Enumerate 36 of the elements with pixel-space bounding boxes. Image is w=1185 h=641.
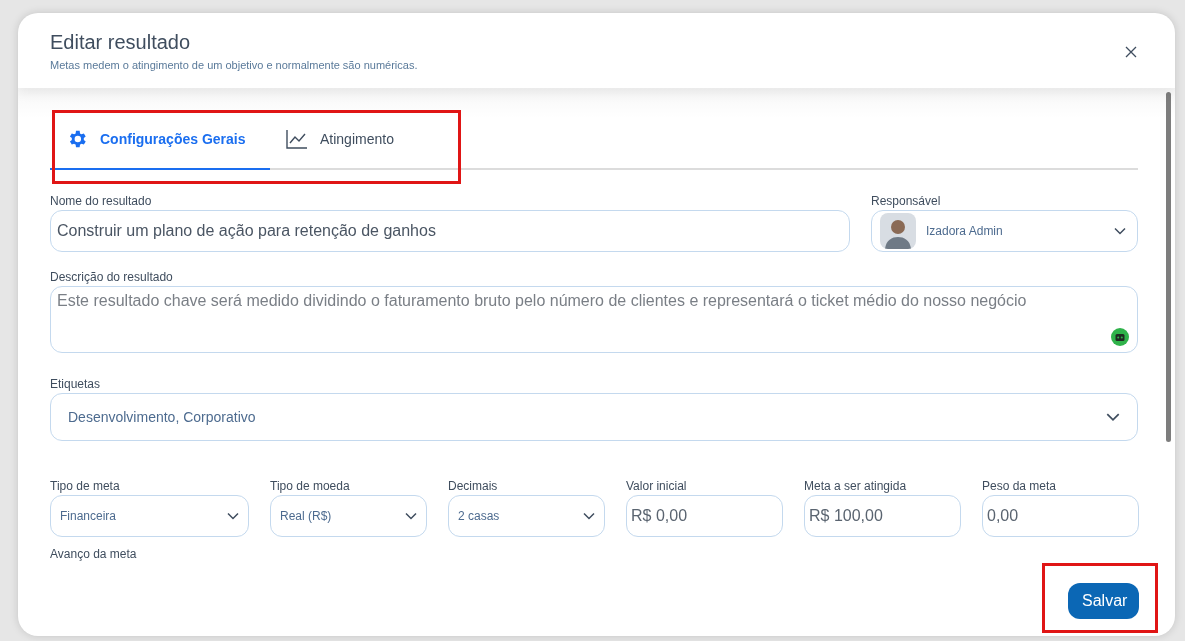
field-label: Descrição do resultado [50, 270, 174, 285]
field-label: Avanço da meta [50, 547, 137, 562]
field-label: Etiquetas [50, 377, 102, 392]
field-label: Valor inicial [626, 479, 688, 494]
dropdown[interactable]: 2 casas [448, 495, 605, 537]
owner-select[interactable]: Izadora Admin [871, 210, 1138, 252]
save-button[interactable]: Salvar [1068, 582, 1139, 619]
dropdown-value: Financeira [60, 509, 118, 523]
tab[interactable]: Atingimento [270, 110, 450, 170]
number-input[interactable]: R$ 100,00 [804, 495, 961, 537]
tags-select[interactable]: Desenvolvimento, Corporativo [50, 393, 1138, 441]
line-chart-icon [286, 129, 308, 149]
field-label: Decimais [448, 479, 499, 494]
description-textarea[interactable]: Este resultado chave será medido dividindo o faturamento bruto pelo número de clientes e representará o ticket médio do nosso negócio [50, 286, 1138, 353]
tab[interactable]: Configurações Gerais [50, 110, 270, 170]
avatar-icon [880, 213, 916, 249]
robot-icon [1111, 328, 1129, 346]
name-input[interactable]: Construir um plano de ação para retenção de ganhos [50, 210, 850, 252]
number-input[interactable]: 0,00 [982, 495, 1139, 537]
field-label: Responsável [871, 194, 942, 209]
scrollbar[interactable] [1166, 92, 1171, 442]
field-label: Tipo de moeda [270, 479, 351, 494]
tags-value: Desenvolvimento, Corporativo [68, 409, 257, 425]
owner-name: Izadora Admin [926, 224, 1004, 238]
close-icon [1125, 46, 1137, 58]
dialog-title: Editar resultado [50, 31, 192, 54]
dialog-subtitle: Metas medem o atingimento de um objetivo e normalmente são numéricas. [50, 59, 418, 71]
number-input[interactable]: R$ 0,00 [626, 495, 783, 537]
field-label: Meta a ser atingida [804, 479, 908, 494]
field-label: Nome do resultado [50, 194, 153, 209]
dropdown-value: Real (R$) [280, 509, 333, 523]
field-label: Peso da meta [982, 479, 1058, 494]
field-label: Tipo de meta [50, 479, 121, 494]
dropdown[interactable]: Real (R$) [270, 495, 427, 537]
dropdown-value: 2 casas [458, 509, 501, 523]
dropdown[interactable]: Financeira [50, 495, 249, 537]
